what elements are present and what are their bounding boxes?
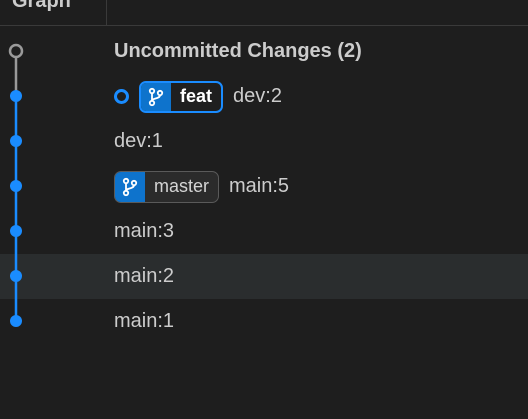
git-graph-view: Graph Uncommitted Changes (2) feat dev:2… xyxy=(0,0,528,419)
column-header: Graph xyxy=(0,0,528,26)
git-branch-icon xyxy=(141,82,171,111)
commit-message: Uncommitted Changes (2) xyxy=(114,40,362,62)
commit-message: dev:2 xyxy=(233,85,282,107)
commit-row[interactable]: master main:5 xyxy=(0,164,528,209)
commit-row-uncommitted[interactable]: Uncommitted Changes (2) xyxy=(0,29,528,74)
commit-row[interactable]: feat dev:2 xyxy=(0,74,528,119)
column-divider[interactable] xyxy=(106,0,107,26)
commit-message: main:2 xyxy=(114,265,175,287)
commit-message: main:1 xyxy=(114,310,175,332)
commit-row[interactable]: main:3 xyxy=(0,209,528,254)
commit-row[interactable]: main:1 xyxy=(0,299,528,344)
commit-row[interactable]: dev:1 xyxy=(0,119,528,164)
branch-badge-feat[interactable]: feat xyxy=(139,80,224,113)
head-marker-icon xyxy=(114,89,129,104)
git-branch-icon xyxy=(115,171,145,202)
branch-label: master xyxy=(154,176,210,196)
branch-label: feat xyxy=(180,86,213,106)
branch-badge-master[interactable]: master xyxy=(114,170,220,203)
commit-message: main:3 xyxy=(114,220,175,242)
commit-row-selected[interactable]: main:2 xyxy=(0,254,528,299)
commit-message: main:5 xyxy=(229,175,290,197)
graph-column-title[interactable]: Graph xyxy=(12,0,71,13)
commit-message: dev:1 xyxy=(114,130,163,152)
